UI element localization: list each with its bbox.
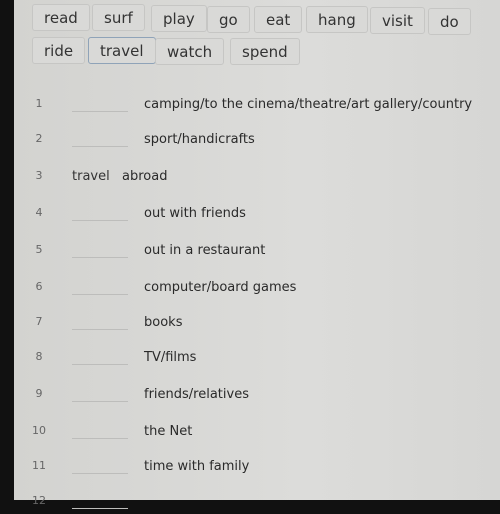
answer-blank[interactable]: [72, 508, 128, 509]
item-number: 6: [35, 280, 43, 293]
item-number: 11: [32, 459, 46, 472]
answer-blank[interactable]: [72, 364, 128, 365]
item-number: 5: [35, 243, 43, 256]
exercise-row: 5 out in a restaurant: [14, 243, 500, 263]
item-number: 3: [35, 169, 43, 182]
answer-blank[interactable]: [72, 111, 128, 112]
item-text: books: [144, 315, 183, 330]
item-text: the Net: [144, 424, 193, 439]
word-chip-eat[interactable]: eat: [254, 6, 303, 33]
word-chip-ride[interactable]: ride: [32, 37, 86, 64]
answer-blank[interactable]: [72, 329, 128, 330]
exercise-row: 1 camping/to the cinema/theatre/art galle…: [14, 97, 500, 117]
word-chip-surf[interactable]: surf: [92, 4, 145, 31]
word-chip-play[interactable]: play: [151, 5, 207, 32]
word-chip-spend[interactable]: spend: [230, 38, 300, 65]
exercise-row: 10 the Net: [14, 424, 500, 444]
answer-field[interactable]: travel: [72, 169, 110, 184]
item-text: TV/films: [144, 350, 197, 365]
exercise-row: 12: [14, 494, 500, 514]
exercise-row: 3 travel abroad: [14, 169, 500, 189]
exercise-row: 11 time with family: [14, 459, 500, 479]
item-number: 7: [35, 315, 43, 328]
item-text: sport/handicrafts: [144, 132, 255, 147]
answer-blank[interactable]: [72, 220, 128, 221]
item-number: 2: [35, 132, 43, 145]
item-text: computer/board games: [144, 280, 297, 295]
word-chip-read[interactable]: read: [32, 4, 90, 31]
item-number: 4: [35, 206, 43, 219]
exercise-row: 2 sport/handicrafts: [14, 132, 500, 152]
exercise-screen: read surf play go eat hang visit do ride travel wa…: [14, 0, 500, 509]
answer-blank[interactable]: [72, 438, 128, 439]
word-chip-travel[interactable]: travel: [88, 37, 156, 64]
word-chip-do[interactable]: do: [428, 8, 471, 35]
exercise-row: 7 books: [14, 315, 500, 335]
exercise-row: 9 friends/relatives: [14, 387, 500, 407]
item-number: 1: [35, 97, 43, 110]
word-chip-visit[interactable]: visit: [370, 7, 425, 34]
item-text: time with family: [144, 459, 250, 474]
item-number: 8: [35, 350, 43, 363]
item-number: 12: [32, 494, 46, 507]
item-text: abroad: [122, 169, 168, 184]
word-chip-hang[interactable]: hang: [306, 6, 368, 33]
item-number: 9: [35, 387, 43, 400]
exercise-row: 6 computer/board games: [14, 280, 500, 300]
exercise-row: 8 TV/films: [14, 350, 500, 370]
answer-blank[interactable]: [72, 294, 128, 295]
word-chip-go[interactable]: go: [207, 6, 250, 33]
answer-blank[interactable]: [72, 473, 128, 474]
answer-blank[interactable]: [72, 401, 128, 402]
exercise-row: 4 out with friends: [14, 206, 500, 226]
item-text: out in a restaurant: [144, 243, 266, 258]
item-text: friends/relatives: [144, 387, 249, 402]
item-number: 10: [32, 424, 46, 437]
answer-blank[interactable]: [72, 146, 128, 147]
item-text: out with friends: [144, 206, 246, 221]
word-chip-watch[interactable]: watch: [155, 38, 225, 65]
item-text: camping/to the cinema/theatre/art galler…: [144, 97, 473, 112]
answer-blank[interactable]: [72, 257, 128, 258]
